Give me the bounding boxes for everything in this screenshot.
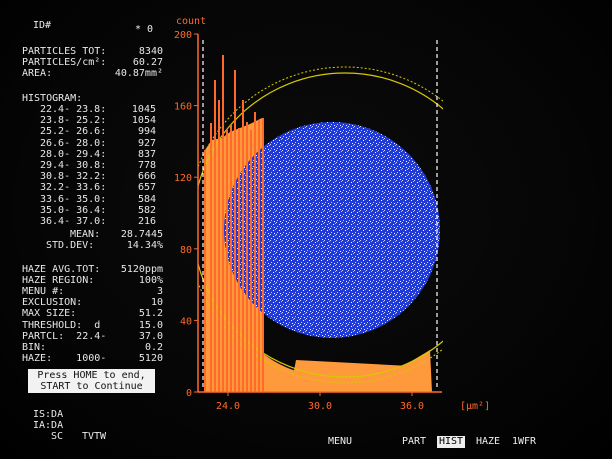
menu-item-hist[interactable]: HIST — [437, 436, 466, 448]
histogram-bar — [218, 100, 220, 392]
histogram-bar — [230, 125, 232, 392]
x-axis-label: [µm²] — [460, 401, 490, 412]
menu-item-part[interactable]: PART — [402, 436, 426, 448]
y-tick-label: 120 — [174, 173, 192, 184]
histogram-bar — [262, 118, 264, 392]
histogram-bar — [242, 100, 244, 392]
y-axis-label: count — [176, 16, 206, 27]
x-tick-label: 30.0 — [308, 401, 332, 412]
x-tick-label: 36.0 — [400, 401, 424, 412]
y-tick-label: 160 — [174, 102, 192, 113]
wafer-map — [224, 122, 440, 338]
histogram-bar — [214, 80, 216, 392]
histogram-bar — [234, 70, 236, 392]
histogram-bar — [210, 123, 212, 392]
histogram-bar — [226, 130, 228, 392]
histogram-bar — [254, 112, 256, 392]
y-tick-label: 0 — [186, 388, 192, 399]
menu-item-1wfr[interactable]: 1WFR — [512, 436, 536, 448]
menu-item-menu[interactable]: MENU — [328, 436, 352, 448]
crt-screen: ID# * 0 PARTICLES TOT: 8340 PARTICLES/cm… — [0, 0, 612, 459]
y-tick-label: 80 — [180, 245, 192, 256]
menu-item-haze[interactable]: HAZE — [476, 436, 500, 448]
y-tick-label: 40 — [180, 316, 192, 327]
histogram-chart: 200 160 120 80 40 0 24.0 30.0 36.0 count [µm²] — [174, 16, 490, 412]
histogram-bar — [238, 128, 240, 392]
histogram-bar — [250, 130, 252, 392]
histogram-bar — [258, 120, 260, 392]
histogram-bar — [246, 122, 248, 392]
y-tick-label: 200 — [174, 30, 192, 41]
histogram-bar — [222, 55, 224, 392]
histogram-bar — [204, 150, 206, 392]
wafer-notch-area — [290, 350, 432, 392]
x-tick-label: 24.0 — [216, 401, 240, 412]
